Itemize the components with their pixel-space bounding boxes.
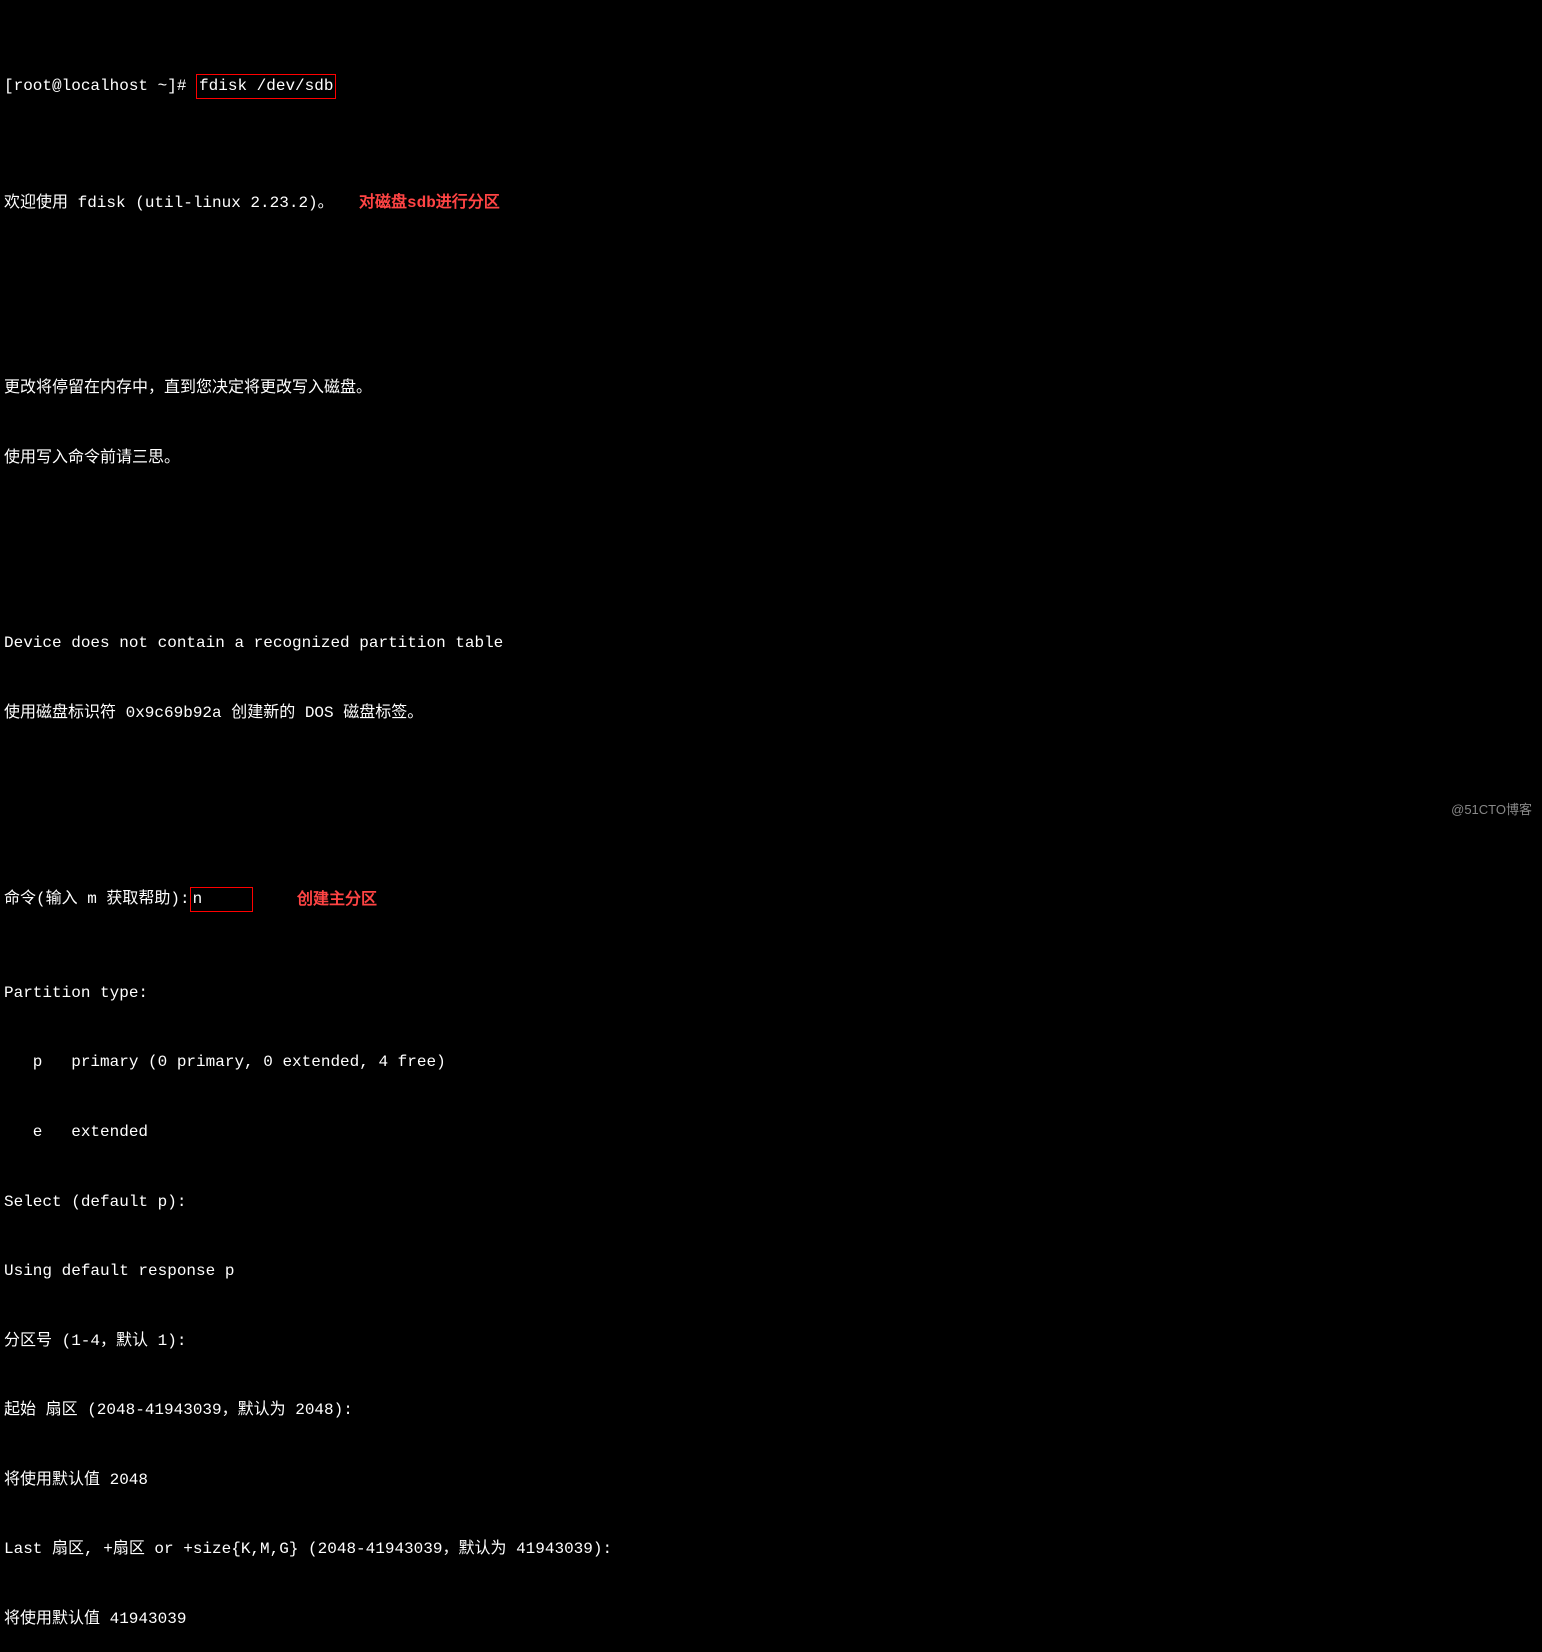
blank <box>4 539 1538 562</box>
ptype-line: Partition type: <box>4 982 1538 1005</box>
cmd-n-text: n <box>193 890 203 908</box>
cmd-n-line: 命令(输入 m 获取帮助):n 创建主分区 <box>4 887 1538 912</box>
cmd-prompt-label: 命令(输入 m 获取帮助): <box>4 890 190 908</box>
annotation-n: 创建主分区 <box>297 889 377 912</box>
watermark-text: @51CTO博客 <box>1451 801 1532 820</box>
welcome-line: 欢迎使用 fdisk (util-linux 2.23.2)。 对磁盘sdb进行分… <box>4 192 1538 215</box>
caution-line: 使用写入命令前请三思。 <box>4 447 1538 470</box>
welcome-text: 欢迎使用 fdisk (util-linux 2.23.2)。 <box>4 194 334 212</box>
blank <box>4 284 1538 307</box>
partnum-line: 分区号 (1-4，默认 1): <box>4 1330 1538 1353</box>
highlight-n: n <box>190 887 254 912</box>
default2048-line: 将使用默认值 2048 <box>4 1469 1538 1492</box>
lastsector-line: Last 扇区, +扇区 or +size{K,M,G} (2048-41943… <box>4 1538 1538 1561</box>
shell-prompt: [root@localhost ~]# <box>4 77 196 95</box>
default-p-line: Using default response p <box>4 1260 1538 1283</box>
annotation-fdisk: 对磁盘sdb进行分区 <box>359 192 500 215</box>
select-line: Select (default p): <box>4 1191 1538 1214</box>
doslabel-line: 使用磁盘标识符 0x9c69b92a 创建新的 DOS 磁盘标签。 <box>4 702 1538 725</box>
memmsg-line: 更改将停留在内存中，直到您决定将更改写入磁盘。 <box>4 377 1538 400</box>
highlight-fdisk-cmd: fdisk /dev/sdb <box>196 74 336 99</box>
firstsector-line: 起始 扇区 (2048-41943039，默认为 2048): <box>4 1399 1538 1422</box>
terminal-output: [root@localhost ~]# fdisk /dev/sdb 欢迎使用 … <box>0 0 1542 1652</box>
prompt-line-fdisk: [root@localhost ~]# fdisk /dev/sdb <box>4 74 1538 122</box>
nodevtab-line: Device does not contain a recognized par… <box>4 632 1538 655</box>
extended-line: e extended <box>4 1121 1538 1144</box>
blank <box>4 794 1538 817</box>
primary-line: p primary (0 primary, 0 extended, 4 free… <box>4 1051 1538 1074</box>
default41943039-line: 将使用默认值 41943039 <box>4 1608 1538 1631</box>
